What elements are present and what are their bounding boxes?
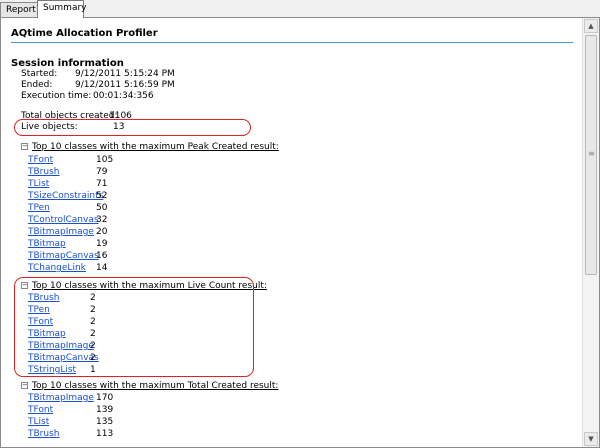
class-link[interactable]: TControlCanvas: [28, 215, 99, 226]
row-value: 19: [96, 239, 108, 249]
tab-bar: Report Summary: [0, 0, 600, 18]
row-value: 170: [96, 393, 114, 403]
class-link[interactable]: TBitmap: [28, 239, 66, 250]
row-value: 139: [96, 405, 114, 415]
row-value: 52: [96, 191, 108, 201]
execution-value: 00:01:34:356: [93, 91, 154, 101]
row-value: 71: [96, 179, 108, 189]
group-peak-created-title[interactable]: Top 10 classes with the maximum Peak Cre…: [32, 142, 279, 152]
class-link[interactable]: TFont: [28, 155, 53, 166]
summary-panel: AQtime Allocation Profiler Session infor…: [0, 17, 600, 448]
row-value: 16: [96, 251, 108, 261]
group-total-created-header[interactable]: − Top 10 classes with the maximum Total C…: [21, 380, 278, 392]
tab-report-label: Report: [6, 5, 36, 15]
class-link[interactable]: TFont: [28, 405, 53, 416]
class-link[interactable]: TList: [28, 417, 49, 428]
tab-summary[interactable]: Summary: [37, 0, 87, 18]
tab-report[interactable]: Report: [0, 2, 38, 17]
tab-summary-label: Summary: [43, 3, 87, 13]
row-value: 14: [96, 263, 108, 273]
summary-content: AQtime Allocation Profiler Session infor…: [1, 18, 582, 447]
class-link[interactable]: TBrush: [28, 429, 59, 440]
class-link[interactable]: TList: [28, 179, 49, 190]
row-value: 105: [96, 155, 114, 165]
row-value: 50: [96, 203, 108, 213]
class-link[interactable]: TBrush: [28, 167, 59, 178]
title-divider: [11, 42, 573, 43]
report-title: AQtime Allocation Profiler: [11, 28, 158, 39]
live-objects-highlight: [14, 119, 251, 136]
arrow-down-icon[interactable]: ▼: [584, 432, 598, 446]
minus-box-icon[interactable]: −: [21, 143, 28, 150]
row-value: 113: [96, 429, 114, 439]
ended-value: 9/12/2011 5:16:59 PM: [75, 80, 175, 90]
started-label: Started:: [21, 69, 58, 79]
session-heading: Session information: [11, 58, 124, 69]
started-value: 9/12/2011 5:15:24 PM: [75, 69, 175, 79]
grip-icon: ≡: [588, 149, 595, 158]
live-count-group-highlight: [14, 277, 254, 377]
row-value: 79: [96, 167, 108, 177]
execution-label: Execution time:: [21, 91, 92, 101]
vertical-scrollbar[interactable]: ▲ ≡ ▼: [582, 18, 599, 447]
group-total-created-title[interactable]: Top 10 classes with the maximum Total Cr…: [32, 381, 278, 391]
row-value: 20: [96, 227, 108, 237]
class-link[interactable]: TBitmapCanvas: [28, 251, 99, 262]
class-link[interactable]: TSizeConstraints: [28, 191, 103, 202]
group-peak-created-header[interactable]: − Top 10 classes with the maximum Peak Cr…: [21, 141, 279, 153]
class-link[interactable]: TBitmapImage: [28, 227, 94, 238]
row-value: 135: [96, 417, 114, 427]
class-link[interactable]: TPen: [28, 203, 50, 214]
row-value: 32: [96, 215, 108, 225]
class-link[interactable]: TChangeLink: [28, 263, 86, 274]
class-link[interactable]: TBitmapImage: [28, 393, 94, 404]
ended-label: Ended:: [21, 80, 53, 90]
arrow-up-icon[interactable]: ▲: [584, 19, 598, 33]
minus-box-icon[interactable]: −: [21, 382, 28, 389]
scrollbar-thumb[interactable]: ≡: [585, 35, 597, 275]
